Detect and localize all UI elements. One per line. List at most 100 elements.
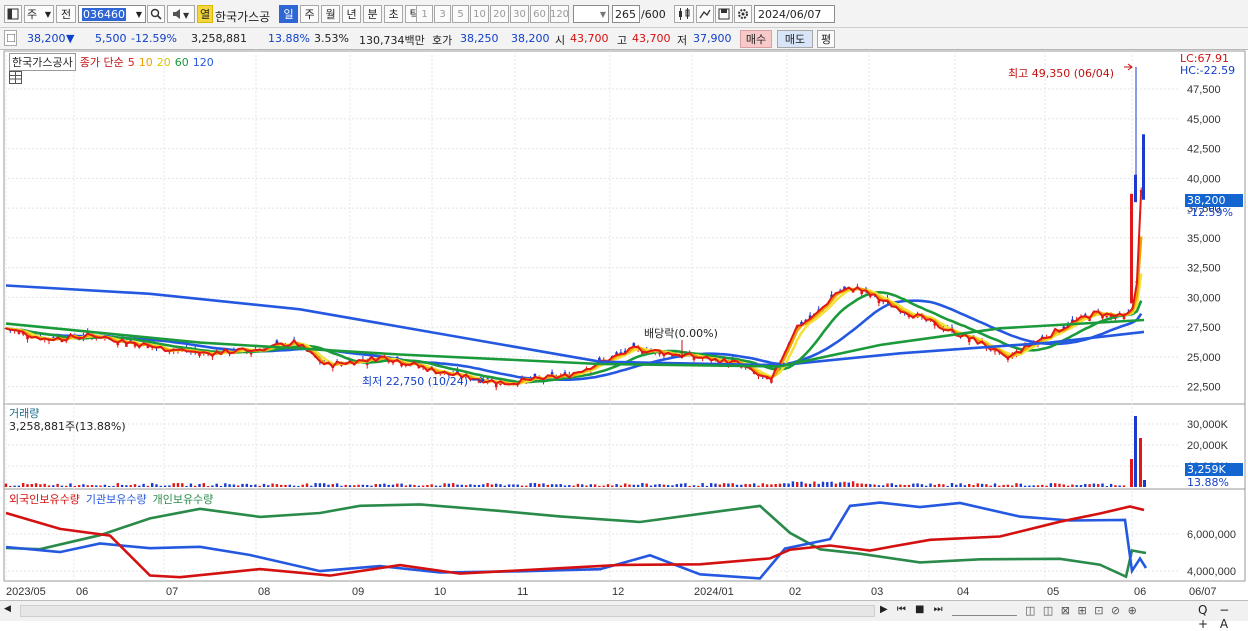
volume-bar: [817, 483, 820, 487]
dividend-annotation: 배당락(0.00%): [644, 327, 718, 340]
volume-bar: [546, 484, 549, 487]
volume-bar: [219, 485, 223, 487]
volume-bar: [1105, 485, 1108, 487]
candle-type-icon[interactable]: [674, 5, 694, 23]
price-change-pct: -12.59%: [131, 32, 177, 45]
minute-step-tab[interactable]: 5: [452, 5, 469, 23]
volume-bar: [116, 483, 119, 487]
volume-bar: [533, 483, 537, 487]
table-icon[interactable]: [9, 71, 22, 84]
volume-bar: [761, 483, 764, 487]
minute-step-tab[interactable]: 20: [490, 5, 509, 23]
date-input[interactable]: 2024/06/07: [754, 5, 835, 23]
volume-bar: [886, 483, 889, 487]
volume-bar: [1045, 485, 1048, 487]
turnover: 3.53%: [314, 32, 349, 45]
volume-bar: [254, 484, 257, 487]
volume-bar: [86, 485, 89, 487]
eval-button[interactable]: 평: [817, 30, 835, 48]
period-tab[interactable]: 주: [300, 5, 319, 23]
market-select[interactable]: 주 ▼: [24, 5, 54, 23]
stock-code-input[interactable]: 036460 ▼: [78, 5, 146, 23]
search-icon[interactable]: [147, 5, 165, 23]
volume-bar: [331, 484, 334, 487]
volume-bar: [1139, 438, 1142, 487]
zoom-slider[interactable]: [952, 606, 1017, 616]
volume-bar: [262, 483, 266, 487]
minute-step-tab[interactable]: 1: [416, 5, 433, 23]
volume-bar: [624, 483, 627, 487]
time-tick: 08: [258, 586, 270, 598]
volume-bar: [830, 481, 833, 487]
volume-bar: [129, 485, 132, 487]
stock-chart[interactable]: 47,50045,00042,50040,00037,50035,00032,5…: [0, 50, 1248, 600]
volume-bar: [241, 483, 244, 487]
volume-bar: [490, 484, 494, 487]
volume-bar: [903, 484, 906, 487]
price-tick: 27,500: [1187, 322, 1221, 334]
volume-tick: 20,000K: [1187, 440, 1229, 452]
speaker-icon[interactable]: ▼: [167, 5, 195, 23]
volume-bar: [968, 483, 971, 487]
period-tab[interactable]: 년: [342, 5, 361, 23]
stock-name-label[interactable]: 한국가스공사: [9, 53, 76, 71]
buy-button[interactable]: 매수: [740, 30, 772, 48]
window-menu-icon[interactable]: [4, 5, 22, 23]
volume-bar: [920, 484, 924, 487]
time-tick: 03: [871, 586, 883, 598]
prev-button[interactable]: 전: [56, 5, 76, 23]
minute-step-tab[interactable]: 60: [530, 5, 549, 23]
volume-bar: [1122, 485, 1126, 487]
volume-bar: [52, 485, 55, 487]
volume-bar: [770, 484, 773, 487]
volume-bar: [907, 484, 911, 487]
volume-bar: [370, 485, 373, 487]
sell-button[interactable]: 매도: [777, 30, 813, 48]
minute-step-tab[interactable]: 30: [510, 5, 529, 23]
count-input[interactable]: 265: [612, 5, 640, 23]
volume-bar: [142, 483, 145, 487]
volume-bar: [258, 485, 261, 487]
interval-select[interactable]: ▼: [573, 5, 609, 23]
period-tab[interactable]: 초: [384, 5, 403, 23]
volume-pct-tag: 13.88%: [1187, 476, 1229, 489]
period-tab[interactable]: 분: [363, 5, 382, 23]
period-tab[interactable]: 일: [279, 5, 298, 23]
volume-bar: [985, 484, 988, 487]
volume-bar: [563, 485, 567, 487]
scroll-left-icon[interactable]: ◀: [4, 604, 16, 618]
gear-icon[interactable]: [734, 5, 752, 23]
minute-step-tab[interactable]: 10: [470, 5, 489, 23]
horizontal-scrollbar[interactable]: [20, 605, 875, 617]
volume-bar: [378, 484, 382, 487]
volume-bar: [658, 484, 661, 487]
quote-toggle-icon[interactable]: [4, 30, 17, 46]
candle-body: [1134, 174, 1137, 203]
volume-bar: [280, 484, 283, 487]
volume-bar: [821, 481, 825, 487]
price-tick: 30,000: [1187, 292, 1221, 304]
yeol-badge[interactable]: 열: [197, 5, 213, 23]
volume-bar: [237, 485, 240, 487]
volume-bar: [839, 482, 842, 487]
volume-bar: [1058, 483, 1061, 487]
volume-bar: [791, 481, 795, 487]
period-tab[interactable]: 월: [321, 5, 340, 23]
volume-bar: [194, 485, 197, 487]
price-legend: 한국가스공사 종가 단순 5 10 20 60 120: [9, 53, 214, 71]
playback-controls[interactable]: ▶ ⏮ ■ ⏭: [880, 604, 946, 615]
minute-step-tab[interactable]: 120: [550, 5, 569, 23]
volume-bar: [77, 485, 81, 487]
stock-code-value: 036460: [82, 7, 126, 21]
volume-bar: [1134, 416, 1137, 487]
volume-bar: [1084, 483, 1087, 487]
zoom-buttons[interactable]: Q − + A: [1198, 603, 1248, 631]
volume-bar: [1101, 483, 1104, 487]
chart-tools[interactable]: ◫ ◫ ⊠ ⊞ ⊡ ⊘ ⊕: [1025, 604, 1139, 617]
volume-bar: [740, 484, 743, 487]
save-icon[interactable]: [715, 5, 733, 23]
minute-step-tab[interactable]: 3: [434, 5, 451, 23]
line-tool-icon[interactable]: [696, 5, 714, 23]
prev-label: 전: [60, 8, 72, 21]
volume-bar: [860, 483, 863, 487]
